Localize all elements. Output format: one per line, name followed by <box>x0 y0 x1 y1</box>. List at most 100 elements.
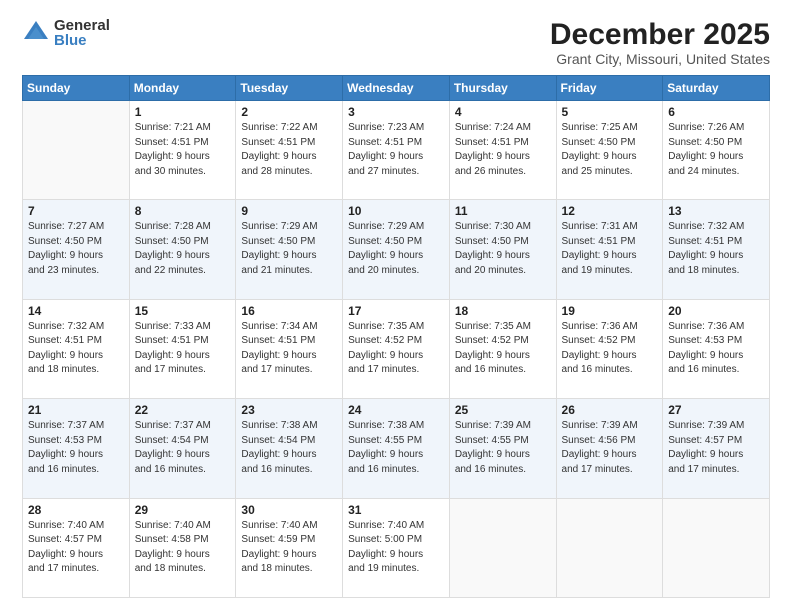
calendar-cell <box>449 498 556 597</box>
day-info: Sunrise: 7:32 AM Sunset: 4:51 PM Dayligh… <box>668 220 764 278</box>
calendar-cell: 25 Sunrise: 7:39 AM Sunset: 4:55 PM Dayli… <box>449 399 556 498</box>
day-info: Sunrise: 7:36 AM Sunset: 4:52 PM Dayligh… <box>562 320 658 378</box>
day-number: 26 <box>562 403 658 417</box>
day-number: 14 <box>28 304 124 318</box>
day-number: 15 <box>135 304 231 318</box>
calendar-row-2: 7 Sunrise: 7:27 AM Sunset: 4:50 PM Daylig… <box>23 200 770 299</box>
logo: General Blue <box>22 18 110 48</box>
calendar-cell: 1Sunrise: 7:21 AM Sunset: 4:51 PM Daylig… <box>129 101 236 200</box>
calendar-cell: 2Sunrise: 7:22 AM Sunset: 4:51 PM Daylig… <box>236 101 343 200</box>
calendar-cell: 10 Sunrise: 7:29 AM Sunset: 4:50 PM Dayli… <box>343 200 450 299</box>
calendar-cell: 3Sunrise: 7:23 AM Sunset: 4:51 PM Daylig… <box>343 101 450 200</box>
title-section: December 2025 Grant City, Missouri, Unit… <box>550 18 770 67</box>
day-info: Sunrise: 7:40 AM Sunset: 5:00 PM Dayligh… <box>348 519 444 577</box>
day-info: Sunrise: 7:39 AM Sunset: 4:55 PM Dayligh… <box>455 419 551 477</box>
location: Grant City, Missouri, United States <box>550 51 770 67</box>
day-info: Sunrise: 7:40 AM Sunset: 4:59 PM Dayligh… <box>241 519 337 577</box>
day-info: Sunrise: 7:37 AM Sunset: 4:54 PM Dayligh… <box>135 419 231 477</box>
day-number: 23 <box>241 403 337 417</box>
calendar-cell: 19 Sunrise: 7:36 AM Sunset: 4:52 PM Dayli… <box>556 299 663 398</box>
header-friday: Friday <box>556 76 663 101</box>
calendar-cell <box>23 101 130 200</box>
header-wednesday: Wednesday <box>343 76 450 101</box>
calendar-cell: 11 Sunrise: 7:30 AM Sunset: 4:50 PM Dayli… <box>449 200 556 299</box>
day-number: 10 <box>348 204 444 218</box>
day-info: Sunrise: 7:39 AM Sunset: 4:57 PM Dayligh… <box>668 419 764 477</box>
day-number: 5 <box>562 105 658 119</box>
calendar-cell: 13 Sunrise: 7:32 AM Sunset: 4:51 PM Dayli… <box>663 200 770 299</box>
day-number: 11 <box>455 204 551 218</box>
calendar-cell <box>663 498 770 597</box>
day-info: Sunrise: 7:34 AM Sunset: 4:51 PM Dayligh… <box>241 320 337 378</box>
day-info: Sunrise: 7:29 AM Sunset: 4:50 PM Dayligh… <box>241 220 337 278</box>
day-number: 22 <box>135 403 231 417</box>
day-number: 13 <box>668 204 764 218</box>
calendar-cell: 24 Sunrise: 7:38 AM Sunset: 4:55 PM Dayli… <box>343 399 450 498</box>
calendar-row-4: 21 Sunrise: 7:37 AM Sunset: 4:53 PM Dayli… <box>23 399 770 498</box>
calendar-cell: 28Sunrise: 7:40 AM Sunset: 4:57 PM Dayli… <box>23 498 130 597</box>
calendar-cell: 16 Sunrise: 7:34 AM Sunset: 4:51 PM Dayli… <box>236 299 343 398</box>
logo-blue: Blue <box>54 33 110 48</box>
day-info: Sunrise: 7:30 AM Sunset: 4:50 PM Dayligh… <box>455 220 551 278</box>
header-thursday: Thursday <box>449 76 556 101</box>
day-info: Sunrise: 7:38 AM Sunset: 4:54 PM Dayligh… <box>241 419 337 477</box>
calendar-cell: 26 Sunrise: 7:39 AM Sunset: 4:56 PM Dayli… <box>556 399 663 498</box>
calendar-cell: 18 Sunrise: 7:35 AM Sunset: 4:52 PM Dayli… <box>449 299 556 398</box>
calendar-row-3: 14Sunrise: 7:32 AM Sunset: 4:51 PM Dayli… <box>23 299 770 398</box>
calendar-cell: 30Sunrise: 7:40 AM Sunset: 4:59 PM Dayli… <box>236 498 343 597</box>
day-info: Sunrise: 7:38 AM Sunset: 4:55 PM Dayligh… <box>348 419 444 477</box>
day-number: 27 <box>668 403 764 417</box>
header-sunday: Sunday <box>23 76 130 101</box>
day-number: 7 <box>28 204 124 218</box>
day-number: 20 <box>668 304 764 318</box>
page: General Blue December 2025 Grant City, M… <box>0 0 792 612</box>
logo-general: General <box>54 18 110 33</box>
day-info: Sunrise: 7:35 AM Sunset: 4:52 PM Dayligh… <box>455 320 551 378</box>
day-info: Sunrise: 7:40 AM Sunset: 4:58 PM Dayligh… <box>135 519 231 577</box>
logo-text: General Blue <box>54 18 110 48</box>
calendar-cell: 14Sunrise: 7:32 AM Sunset: 4:51 PM Dayli… <box>23 299 130 398</box>
day-number: 28 <box>28 503 124 517</box>
day-info: Sunrise: 7:35 AM Sunset: 4:52 PM Dayligh… <box>348 320 444 378</box>
calendar-cell: 7 Sunrise: 7:27 AM Sunset: 4:50 PM Daylig… <box>23 200 130 299</box>
calendar-cell: 31Sunrise: 7:40 AM Sunset: 5:00 PM Dayli… <box>343 498 450 597</box>
day-info: Sunrise: 7:23 AM Sunset: 4:51 PM Dayligh… <box>348 121 444 179</box>
day-info: Sunrise: 7:27 AM Sunset: 4:50 PM Dayligh… <box>28 220 124 278</box>
day-number: 4 <box>455 105 551 119</box>
day-number: 29 <box>135 503 231 517</box>
calendar-cell: 21 Sunrise: 7:37 AM Sunset: 4:53 PM Dayli… <box>23 399 130 498</box>
calendar-cell: 29 Sunrise: 7:40 AM Sunset: 4:58 PM Dayli… <box>129 498 236 597</box>
day-info: Sunrise: 7:21 AM Sunset: 4:51 PM Dayligh… <box>135 121 231 179</box>
calendar-cell: 4 Sunrise: 7:24 AM Sunset: 4:51 PM Daylig… <box>449 101 556 200</box>
calendar-cell: 12 Sunrise: 7:31 AM Sunset: 4:51 PM Dayli… <box>556 200 663 299</box>
day-info: Sunrise: 7:39 AM Sunset: 4:56 PM Dayligh… <box>562 419 658 477</box>
day-number: 17 <box>348 304 444 318</box>
header-tuesday: Tuesday <box>236 76 343 101</box>
day-number: 16 <box>241 304 337 318</box>
day-info: Sunrise: 7:25 AM Sunset: 4:50 PM Dayligh… <box>562 121 658 179</box>
calendar-header-row: Sunday Monday Tuesday Wednesday Thursday… <box>23 76 770 101</box>
calendar-row-1: 1Sunrise: 7:21 AM Sunset: 4:51 PM Daylig… <box>23 101 770 200</box>
day-number: 21 <box>28 403 124 417</box>
day-number: 6 <box>668 105 764 119</box>
calendar-cell: 20 Sunrise: 7:36 AM Sunset: 4:53 PM Dayli… <box>663 299 770 398</box>
calendar-cell: 15Sunrise: 7:33 AM Sunset: 4:51 PM Dayli… <box>129 299 236 398</box>
header-saturday: Saturday <box>663 76 770 101</box>
day-number: 12 <box>562 204 658 218</box>
day-info: Sunrise: 7:37 AM Sunset: 4:53 PM Dayligh… <box>28 419 124 477</box>
day-number: 19 <box>562 304 658 318</box>
day-info: Sunrise: 7:24 AM Sunset: 4:51 PM Dayligh… <box>455 121 551 179</box>
calendar-cell: 9 Sunrise: 7:29 AM Sunset: 4:50 PM Daylig… <box>236 200 343 299</box>
day-number: 25 <box>455 403 551 417</box>
day-info: Sunrise: 7:36 AM Sunset: 4:53 PM Dayligh… <box>668 320 764 378</box>
day-info: Sunrise: 7:31 AM Sunset: 4:51 PM Dayligh… <box>562 220 658 278</box>
calendar-cell: 22 Sunrise: 7:37 AM Sunset: 4:54 PM Dayli… <box>129 399 236 498</box>
day-number: 9 <box>241 204 337 218</box>
calendar: Sunday Monday Tuesday Wednesday Thursday… <box>22 75 770 598</box>
month-title: December 2025 <box>550 18 770 51</box>
day-number: 18 <box>455 304 551 318</box>
calendar-cell: 27 Sunrise: 7:39 AM Sunset: 4:57 PM Dayli… <box>663 399 770 498</box>
day-number: 8 <box>135 204 231 218</box>
day-number: 24 <box>348 403 444 417</box>
day-info: Sunrise: 7:29 AM Sunset: 4:50 PM Dayligh… <box>348 220 444 278</box>
